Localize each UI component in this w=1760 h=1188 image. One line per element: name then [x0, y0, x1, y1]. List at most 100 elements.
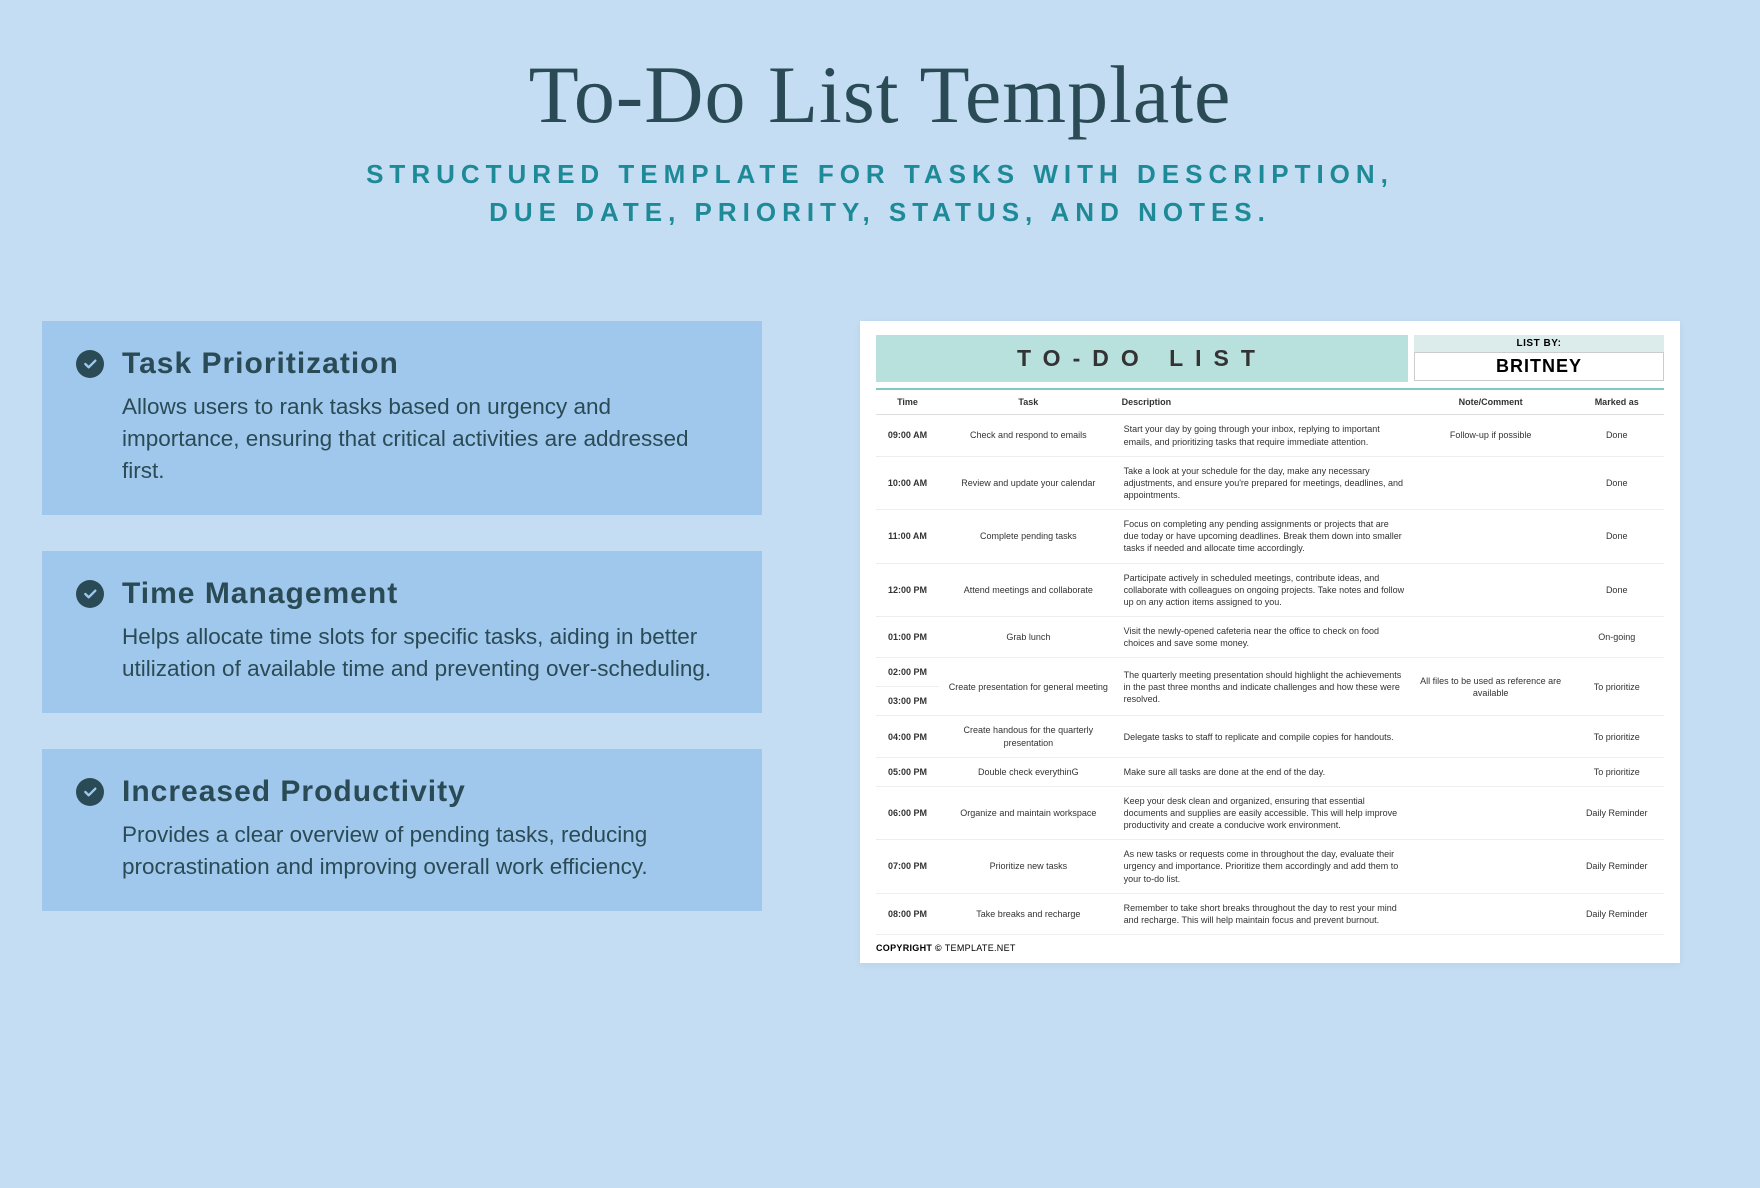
cell-desc: Delegate tasks to staff to replicate and…: [1118, 716, 1412, 757]
cell-task: Organize and maintain workspace: [939, 786, 1118, 839]
cell-mark: Daily Reminder: [1569, 840, 1664, 893]
cell-note: [1412, 716, 1570, 757]
feature-title: Task Prioritization: [122, 347, 399, 381]
cell-time: 10:00 AM: [876, 456, 939, 509]
feature-body: Helps allocate time slots for specific t…: [76, 621, 728, 685]
todo-document: TO-DO LIST LIST BY: BRITNEY TimeTaskDesc…: [860, 321, 1680, 963]
content-row: Task Prioritization Allows users to rank …: [0, 321, 1760, 963]
cell-task: Review and update your calendar: [939, 456, 1118, 509]
cell-mark: On-going: [1569, 616, 1664, 657]
table-row: 10:00 AMReview and update your calendarT…: [876, 456, 1664, 509]
cell-task: Complete pending tasks: [939, 510, 1118, 563]
table-row: 05:00 PMDouble check everythinGMake sure…: [876, 757, 1664, 786]
page-subtitle: STRUCTURED TEMPLATE FOR TASKS WITH DESCR…: [0, 156, 1760, 231]
feature-title: Time Management: [122, 577, 398, 611]
table-header-cell: Time: [876, 389, 939, 415]
cell-desc: Visit the newly-opened cafeteria near th…: [1118, 616, 1412, 657]
cell-desc: Focus on completing any pending assignme…: [1118, 510, 1412, 563]
cell-task: Grab lunch: [939, 616, 1118, 657]
cell-time: 08:00 PM: [876, 893, 939, 934]
features-column: Task Prioritization Allows users to rank …: [0, 321, 800, 963]
cell-note: Follow-up if possible: [1412, 415, 1570, 456]
cell-note: [1412, 510, 1570, 563]
cell-note: [1412, 616, 1570, 657]
cell-time: 12:00 PM: [876, 563, 939, 616]
cell-mark: Daily Reminder: [1569, 893, 1664, 934]
table-header-cell: Note/Comment: [1412, 389, 1570, 415]
doc-header: TO-DO LIST LIST BY: BRITNEY: [876, 335, 1664, 382]
check-circle-icon: [76, 580, 104, 608]
cell-task: Prioritize new tasks: [939, 840, 1118, 893]
cell-mark: Done: [1569, 510, 1664, 563]
feature-body: Allows users to rank tasks based on urge…: [76, 391, 728, 487]
list-by-value: BRITNEY: [1414, 352, 1664, 381]
footer-copyright: COPYRIGHT ©: [876, 943, 945, 953]
cell-note: All files to be used as reference are av…: [1412, 658, 1570, 716]
cell-desc: Make sure all tasks are done at the end …: [1118, 757, 1412, 786]
page-title: To-Do List Template: [0, 48, 1760, 142]
cell-mark: Daily Reminder: [1569, 786, 1664, 839]
cell-note: [1412, 893, 1570, 934]
cell-desc: The quarterly meeting presentation shoul…: [1118, 658, 1412, 716]
cell-desc: Remember to take short breaks throughout…: [1118, 893, 1412, 934]
cell-task: Take breaks and recharge: [939, 893, 1118, 934]
cell-time: 01:00 PM: [876, 616, 939, 657]
cell-task: Check and respond to emails: [939, 415, 1118, 456]
cell-time: 11:00 AM: [876, 510, 939, 563]
cell-note: [1412, 563, 1570, 616]
doc-footer: COPYRIGHT © TEMPLATE.NET: [876, 943, 1664, 953]
cell-task: Double check everythinG: [939, 757, 1118, 786]
table-row: 06:00 PMOrganize and maintain workspaceK…: [876, 786, 1664, 839]
check-circle-icon: [76, 350, 104, 378]
cell-desc: Start your day by going through your inb…: [1118, 415, 1412, 456]
feature-head: Task Prioritization: [76, 347, 728, 381]
cell-desc: Keep your desk clean and organized, ensu…: [1118, 786, 1412, 839]
cell-mark: To prioritize: [1569, 716, 1664, 757]
table-row: 04:00 PMCreate handous for the quarterly…: [876, 716, 1664, 757]
table-header-cell: Task: [939, 389, 1118, 415]
cell-mark: Done: [1569, 456, 1664, 509]
subtitle-line-1: STRUCTURED TEMPLATE FOR TASKS WITH DESCR…: [366, 159, 1394, 189]
table-header-cell: Description: [1118, 389, 1412, 415]
table-row: 08:00 PMTake breaks and rechargeRemember…: [876, 893, 1664, 934]
cell-time: 06:00 PM: [876, 786, 939, 839]
list-by-label: LIST BY:: [1414, 335, 1664, 352]
feature-title: Increased Productivity: [122, 775, 466, 809]
table-header-row: TimeTaskDescriptionNote/CommentMarked as: [876, 389, 1664, 415]
cell-desc: Take a look at your schedule for the day…: [1118, 456, 1412, 509]
document-column: TO-DO LIST LIST BY: BRITNEY TimeTaskDesc…: [800, 321, 1720, 963]
feature-body: Provides a clear overview of pending tas…: [76, 819, 728, 883]
cell-mark: To prioritize: [1569, 658, 1664, 716]
cell-desc: As new tasks or requests come in through…: [1118, 840, 1412, 893]
table-row: 11:00 AMComplete pending tasksFocus on c…: [876, 510, 1664, 563]
cell-time: 03:00 PM: [876, 687, 939, 716]
cell-mark: To prioritize: [1569, 757, 1664, 786]
cell-time: 05:00 PM: [876, 757, 939, 786]
feature-card: Task Prioritization Allows users to rank …: [42, 321, 762, 515]
cell-note: [1412, 456, 1570, 509]
cell-time: 07:00 PM: [876, 840, 939, 893]
table-row: 01:00 PMGrab lunchVisit the newly-opened…: [876, 616, 1664, 657]
cell-note: [1412, 840, 1570, 893]
table-row: 12:00 PMAttend meetings and collaborateP…: [876, 563, 1664, 616]
cell-note: [1412, 786, 1570, 839]
cell-note: [1412, 757, 1570, 786]
cell-time: 09:00 AM: [876, 415, 939, 456]
table-row: 09:00 AMCheck and respond to emailsStart…: [876, 415, 1664, 456]
cell-mark: Done: [1569, 415, 1664, 456]
feature-card: Time Management Helps allocate time slot…: [42, 551, 762, 713]
cell-time: 04:00 PM: [876, 716, 939, 757]
table-header-cell: Marked as: [1569, 389, 1664, 415]
cell-task: Create handous for the quarterly present…: [939, 716, 1118, 757]
table-row: 07:00 PMPrioritize new tasksAs new tasks…: [876, 840, 1664, 893]
subtitle-line-2: DUE DATE, PRIORITY, STATUS, AND NOTES.: [489, 197, 1271, 227]
check-circle-icon: [76, 778, 104, 806]
doc-title: TO-DO LIST: [876, 335, 1408, 382]
cell-mark: Done: [1569, 563, 1664, 616]
cell-desc: Participate actively in scheduled meetin…: [1118, 563, 1412, 616]
cell-task: Attend meetings and collaborate: [939, 563, 1118, 616]
list-by-box: LIST BY: BRITNEY: [1414, 335, 1664, 382]
feature-head: Increased Productivity: [76, 775, 728, 809]
feature-head: Time Management: [76, 577, 728, 611]
footer-brand: TEMPLATE.NET: [945, 943, 1016, 953]
